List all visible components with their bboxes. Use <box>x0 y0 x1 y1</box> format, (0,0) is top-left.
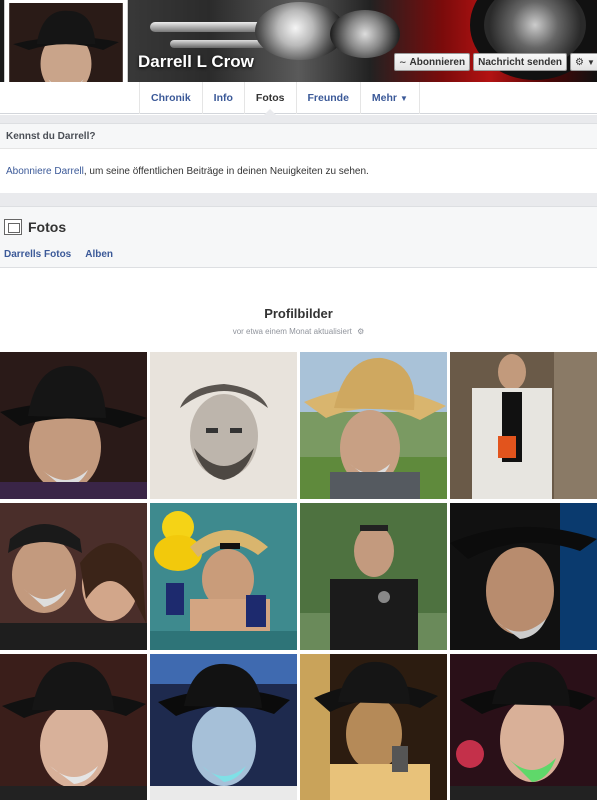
photos-header: Fotos Darrells Fotos Alben <box>0 206 597 268</box>
album-title[interactable]: Profilbilder <box>0 306 597 321</box>
gear-icon: ⚙ <box>575 56 584 68</box>
gear-icon[interactable]: ⚙ <box>357 327 364 336</box>
album-updated: vor etwa einem Monat aktualisiert ⚙ <box>0 327 597 336</box>
tab-bar: Chronik Info Fotos Freunde Mehr ▼ <box>0 82 597 115</box>
photo-thumbnail[interactable] <box>300 503 447 650</box>
photo-thumbnail[interactable] <box>300 654 447 800</box>
know-text: , um seine öffentlichen Beiträge in dein… <box>83 165 369 177</box>
photo-thumbnail[interactable] <box>0 503 147 650</box>
cover-detail <box>170 40 270 48</box>
photo-thumbnail[interactable] <box>150 654 297 800</box>
settings-button[interactable]: ⚙ ▼ <box>570 53 597 71</box>
tab-label: Info <box>213 92 233 104</box>
tab-info[interactable]: Info <box>203 82 245 114</box>
albums-link[interactable]: Alben <box>85 249 113 260</box>
tab-freunde[interactable]: Freunde <box>297 82 361 114</box>
cover-detail <box>330 10 400 58</box>
tab-label: Chronik <box>151 92 191 104</box>
know-body: Abonniere Darrell, um seine öffentlichen… <box>0 150 597 192</box>
chevron-down-icon: ▼ <box>587 57 595 67</box>
photos-title: Fotos <box>4 219 66 235</box>
subscribe-label: Abonnieren <box>409 56 466 68</box>
photo-thumbnail[interactable] <box>450 352 597 499</box>
tab-label: Freunde <box>307 92 349 104</box>
message-button[interactable]: Nachricht senden <box>473 53 568 71</box>
tab-mehr[interactable]: Mehr ▼ <box>361 82 420 114</box>
photo-thumbnail[interactable] <box>450 503 597 650</box>
subscribe-link[interactable]: Abonniere Darrell <box>6 166 84 177</box>
rss-icon: ∼ <box>399 56 407 67</box>
photos-icon <box>4 219 22 235</box>
tab-fotos[interactable]: Fotos <box>245 82 297 115</box>
photo-thumbnail[interactable] <box>0 654 147 800</box>
know-heading: Kennst du Darrell? <box>0 123 597 149</box>
album-updated-text: vor etwa einem Monat aktualisiert <box>232 327 352 336</box>
photo-thumbnail[interactable] <box>450 654 597 800</box>
tab-label: Mehr <box>371 92 398 104</box>
divider <box>0 193 597 206</box>
message-label: Nachricht senden <box>478 56 563 68</box>
darrells-photos-link[interactable]: Darrells Fotos <box>4 249 71 260</box>
tab-label: Fotos <box>255 92 285 104</box>
photo-thumbnail[interactable] <box>150 503 297 650</box>
photo-thumbnail[interactable] <box>0 352 147 499</box>
photo-grid <box>0 352 597 800</box>
photos-title-text: Fotos <box>28 219 67 235</box>
photo-thumbnail[interactable] <box>300 352 447 499</box>
divider <box>0 115 597 123</box>
profile-actions: ∼ Abonnieren Nachricht senden ⚙ ▼ <box>394 53 597 71</box>
chevron-down-icon: ▼ <box>400 93 408 103</box>
photo-thumbnail[interactable] <box>150 352 297 499</box>
subscribe-button[interactable]: ∼ Abonnieren <box>394 53 471 71</box>
tab-chronik[interactable]: Chronik <box>140 82 203 114</box>
cover-detail <box>150 22 270 32</box>
profile-name[interactable]: Darrell L Crow <box>138 52 254 72</box>
